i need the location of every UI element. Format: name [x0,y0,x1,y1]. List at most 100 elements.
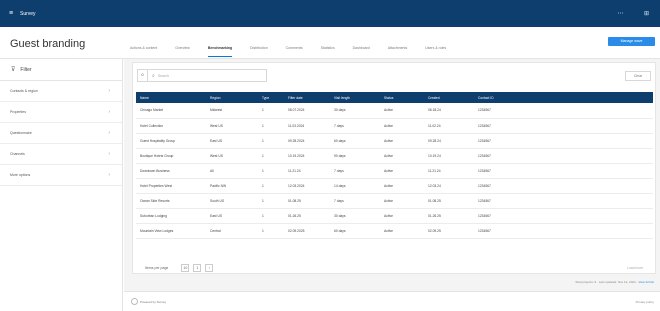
per-page-select[interactable]: 10 [181,264,190,272]
cell-status: Active [380,133,424,149]
cell-status: Active [380,208,424,224]
filter-label: Channels [10,152,25,156]
cell-region: East US [206,208,258,224]
search-input[interactable]: Search [158,74,169,78]
footer-logo: Powered by Survey [131,298,166,305]
main-content: 0 ⌕ Search Clear Name Region Type Filter… [124,59,660,291]
cell-visit-length: 7 days [330,193,380,209]
cell-name: Suburban Lodging [136,208,206,224]
cell-type: 1 [258,133,284,149]
tab-users[interactable]: Users & roles [425,45,446,57]
tab-actions[interactable]: Actions & content [130,45,157,57]
cell-visit-length: 30 days [330,103,380,119]
cell-contact-id: 1234567 [474,163,653,179]
table-row[interactable]: Ocean Side Resorts South US 1 01.08.25 7… [136,193,653,209]
cell-created: 06.18.24 [424,103,474,119]
footer-brand: Powered by Survey [140,299,167,304]
clear-button[interactable]: Clear [625,71,651,81]
cell-contact-id: 1234567 [474,133,653,149]
tab-attachments[interactable]: Attachments [388,45,407,57]
manage-wave-button[interactable]: Manage wave [608,37,655,46]
column-header[interactable]: Filter date [284,92,330,103]
tab-dashboard[interactable]: Dashboard [353,45,370,57]
table-row[interactable]: Downtown Business All 1 11.21.24 7 days … [136,163,653,179]
more-icon[interactable]: ⋯ [616,10,625,18]
footer: Powered by Survey Privacy policy [124,291,660,311]
cell-status: Active [380,178,424,194]
chevron-right-icon: › [108,109,110,115]
cell-created: 01.08.25 [424,193,474,209]
filter-item-contacts[interactable]: Contacts & region › [0,81,122,102]
cell-name: Downtown Business [136,163,206,179]
tab-statistics[interactable]: Statistics [321,45,335,57]
tab-benchmarking[interactable]: Benchmarking [207,45,233,57]
cell-filter-date: 11.21.24 [284,163,330,179]
cell-region: West US [206,148,258,164]
filter-header[interactable]: ⊽ Filter [0,59,122,81]
search-icon: ⌕ [152,72,155,79]
selection-count: 0 [138,69,148,82]
cell-name: Ocean Side Resorts [136,193,206,209]
cell-visit-length: 7 days [330,163,380,179]
column-header[interactable]: Type [258,92,284,103]
next-page-icon[interactable]: › [205,264,214,272]
cell-type: 1 [258,103,284,119]
data-table: Name Region Type Filter date Visit lengt… [136,92,653,239]
filter-label: More options [10,173,31,177]
cell-filter-date: 11.03.2024 [284,118,330,134]
table-row[interactable]: Hotel Properties West Pacific NW 1 12.03… [136,178,653,194]
column-header[interactable]: Name [136,92,206,103]
cell-visit-length: 60 days [330,223,380,239]
cell-type: 1 [258,178,284,194]
table-row[interactable]: Mountain View Lodges Central 1 02.09.202… [136,223,653,239]
tab-overview[interactable]: Overview [175,45,190,57]
load-more-button[interactable]: Load more [627,266,643,270]
table-card: 0 ⌕ Search Clear Name Region Type Filter… [132,62,656,274]
tab-comments[interactable]: Comments [286,45,303,57]
cell-type: 1 [258,118,284,134]
tab-distribution[interactable]: Distribution [250,45,268,57]
column-header[interactable]: Status [380,92,424,103]
cell-status: Active [380,223,424,239]
table-row[interactable]: Suburban Lodging East US 1 01.26.25 30 d… [136,208,653,224]
cell-name: Hotel Collection [136,118,206,134]
brand[interactable]: ≡ Survey [9,10,36,17]
cell-region: All [206,163,258,179]
cell-filter-date: 12.03.2024 [284,178,330,194]
cell-contact-id: 1234567 [474,118,653,134]
apps-icon[interactable]: ⊞ [642,10,651,18]
cell-region: East US [206,133,258,149]
filter-item-channels[interactable]: Channels › [0,144,122,165]
brand-name: Survey [20,10,36,17]
cell-visit-length: 7 days [330,118,380,134]
column-header[interactable]: Contact ID [474,92,653,103]
cell-filter-date: 08.07.2024 [284,103,330,119]
filter-item-more[interactable]: More options › [0,165,122,186]
column-header[interactable]: Created [424,92,474,103]
filter-label: Contacts & region [10,89,38,93]
cell-contact-id: 1234567 [474,208,653,224]
privacy-link[interactable]: Privacy policy [636,300,654,304]
chevron-right-icon: › [108,130,110,136]
filter-item-properties[interactable]: Properties › [0,102,122,123]
search-bar[interactable]: 0 ⌕ Search [137,69,267,82]
table-header-row: Name Region Type Filter date Visit lengt… [136,92,653,103]
page-number[interactable]: 1 [193,264,202,272]
top-bar: ≡ Survey ⋯ ⊞ [0,0,660,27]
chevron-right-icon: › [108,172,110,178]
column-header[interactable]: Region [206,92,258,103]
table-row[interactable]: Hotel Collection West US 1 11.03.2024 7 … [136,118,653,134]
cell-type: 1 [258,223,284,239]
filter-title: Filter [20,66,32,73]
cell-region: South US [206,193,258,209]
table-row[interactable]: Guest Hospitality Group East US 1 09.28.… [136,133,653,149]
items-per-page-label: Items per page [145,266,169,270]
table-row[interactable]: Chicago Market Midwest 1 08.07.2024 30 d… [136,103,653,119]
cell-name: Mountain View Lodges [136,223,206,239]
cell-status: Active [380,118,424,134]
table-row[interactable]: Boutique Hotels Group West US 1 10.19.20… [136,148,653,164]
status-link[interactable]: View full list [638,280,654,284]
filter-item-questionnaire[interactable]: Questionnaire › [0,123,122,144]
column-header[interactable]: Visit length [330,92,380,103]
cell-status: Active [380,163,424,179]
